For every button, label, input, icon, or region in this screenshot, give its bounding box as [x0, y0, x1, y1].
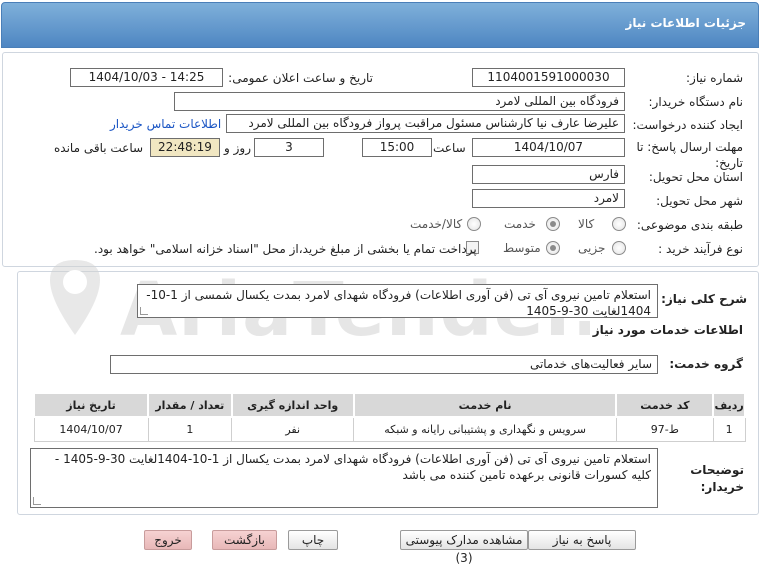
- table-row: 1 ط-97 سرویس و نگهداری و پشتیبانی رایانه…: [33, 416, 746, 442]
- announce-datetime-field: 1404/10/03 - 14:25: [70, 68, 223, 87]
- process-minor-radio[interactable]: [612, 241, 626, 255]
- deadline-date-field: 1404/10/07: [472, 138, 625, 157]
- city-field: لامرد: [472, 189, 625, 208]
- cell-need-date: 1404/10/07: [33, 416, 149, 442]
- buyer-notes-textarea: استعلام تامین نیروی آی تی (فن آوری اطلاع…: [30, 448, 658, 508]
- buyer-notes-text: استعلام تامین نیروی آی تی (فن آوری اطلاع…: [54, 452, 651, 482]
- services-heading: اطلاعات خدمات مورد نیاز: [592, 323, 743, 337]
- buyer-contact-link[interactable]: اطلاعات تماس خریدار: [110, 117, 221, 131]
- province-field: فارس: [472, 165, 625, 184]
- services-table-header-row: ردیف کد خدمت نام خدمت واحد اندازه گیری ت…: [32, 392, 746, 418]
- need-number-label: شماره نیاز:: [686, 71, 743, 85]
- services-table: ردیف کد خدمت نام خدمت واحد اندازه گیری ت…: [32, 392, 746, 442]
- service-group-field: سایر فعالیت‌های خدماتی: [110, 355, 658, 374]
- summary-text: استعلام تامین نیروی آی تی (فن آوری اطلاع…: [146, 288, 651, 318]
- col-need-date-header: تاریخ نیاز: [32, 392, 150, 418]
- cell-service-name: سرویس و نگهداری و پشتیبانی رایانه و شبکه: [353, 416, 617, 442]
- reply-button[interactable]: پاسخ به نیاز: [528, 530, 636, 550]
- creator-label: ایجاد کننده درخواست:: [632, 118, 743, 132]
- category-goods-service-radio[interactable]: [467, 217, 481, 231]
- process-minor-label: جزیی: [578, 241, 606, 255]
- back-button[interactable]: بازگشت: [212, 530, 277, 550]
- cell-quantity: 1: [147, 416, 233, 442]
- process-medium-label: متوسط: [503, 241, 541, 255]
- buyer-notes-label: توضیحات خریدار:: [690, 463, 744, 494]
- cell-service-code: ط-97: [615, 416, 714, 442]
- col-quantity-header: تعداد / مقدار: [147, 392, 233, 418]
- service-group-label: گروه خدمت:: [669, 357, 743, 371]
- category-label: طبقه بندی موضوعی:: [636, 218, 743, 232]
- remaining-time-label: ساعت باقی مانده: [54, 141, 144, 155]
- cell-row-number: 1: [712, 416, 746, 442]
- days-remaining-field: 3: [254, 138, 324, 157]
- resize-grip-icon: [140, 307, 148, 315]
- category-goods-label: کالا: [578, 217, 595, 231]
- cell-unit: نفر: [231, 416, 355, 442]
- city-label: شهر محل تحویل:: [656, 194, 743, 208]
- creator-field: علیرضا عارف نیا کارشناس مسئول مراقبت پرو…: [226, 114, 625, 133]
- resize-grip-icon: [33, 497, 41, 505]
- deadline-time-label: ساعت: [433, 141, 466, 155]
- province-label: استان محل تحویل:: [648, 170, 743, 184]
- buyer-org-field: فرودگاه بین المللی لامرد: [174, 92, 625, 111]
- buyer-org-label: نام دستگاه خریدار:: [648, 95, 744, 109]
- page-header: جزئیات اطلاعات نیاز: [1, 2, 759, 48]
- treasury-payment-text: پرداخت تمام یا بخشی از مبلغ خرید،از محل …: [94, 242, 477, 256]
- exit-button[interactable]: خروج: [144, 530, 192, 550]
- page-title: جزئیات اطلاعات نیاز: [625, 16, 746, 30]
- days-label: روز و: [224, 141, 251, 155]
- print-button[interactable]: چاپ: [288, 530, 338, 550]
- category-goods-service-label: کالا/خدمت: [410, 217, 463, 231]
- summary-textarea: استعلام تامین نیروی آی تی (فن آوری اطلاع…: [137, 284, 658, 318]
- category-goods-radio[interactable]: [612, 217, 626, 231]
- category-service-radio[interactable]: [546, 217, 560, 231]
- process-medium-radio[interactable]: [546, 241, 560, 255]
- need-number-field: 1104001591000030: [472, 68, 625, 87]
- col-service-code-header: کد خدمت: [615, 392, 715, 418]
- deadline-label: مهلت ارسال پاسخ: تا تاریخ:: [636, 140, 743, 170]
- deadline-time-field: 15:00: [362, 138, 432, 157]
- col-unit-header: واحد اندازه گیری: [230, 392, 355, 418]
- announce-datetime-label: تاریخ و ساعت اعلان عمومی:: [228, 71, 373, 85]
- col-row-header: ردیف: [712, 392, 746, 418]
- col-service-name-header: نام خدمت: [352, 392, 618, 418]
- view-attachments-button[interactable]: مشاهده مدارک پیوستی (3): [400, 530, 528, 565]
- process-type-label: نوع فرآیند خرید :: [658, 242, 743, 256]
- summary-label: شرح کلی نیاز:: [661, 292, 747, 306]
- category-service-label: خدمت: [504, 217, 536, 231]
- remaining-time-field: 22:48:19: [150, 138, 220, 157]
